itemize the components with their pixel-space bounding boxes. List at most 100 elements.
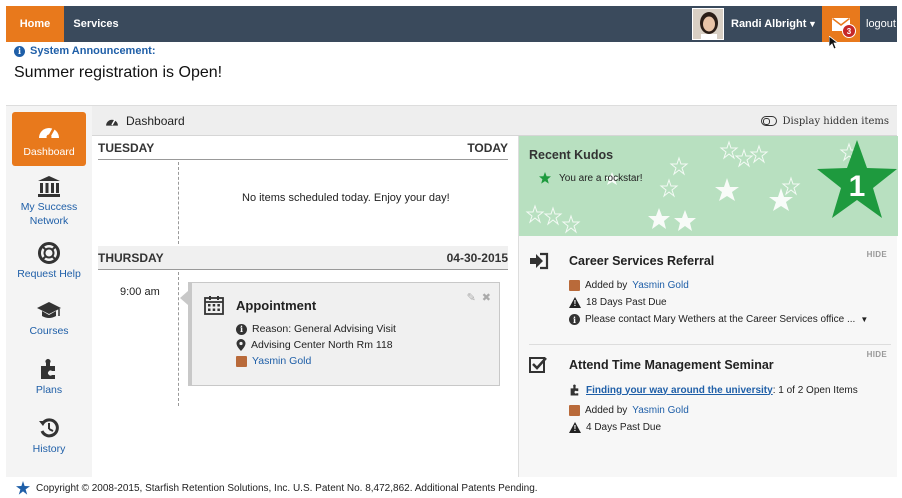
display-hidden-toggle[interactable]: Display hidden items bbox=[760, 106, 889, 136]
task-note: i Please contact Mary Wethers at the Car… bbox=[569, 314, 868, 325]
announcement-text: Summer registration is Open! bbox=[14, 64, 223, 81]
sidebar-item-label: Dashboard bbox=[23, 146, 75, 158]
warning-icon: ! bbox=[569, 422, 581, 433]
task-added-by: Added by Yasmin Gold bbox=[569, 280, 689, 291]
divider bbox=[529, 344, 891, 345]
info-icon: i bbox=[569, 314, 580, 325]
due-text: 4 Days Past Due bbox=[586, 422, 662, 433]
sidebar-item-request-help[interactable]: Request Help bbox=[12, 241, 86, 281]
task-title[interactable]: Career Services Referral bbox=[569, 254, 714, 268]
copyright-text: Copyright © 2008-2015, Starfish Retentio… bbox=[36, 482, 538, 494]
appointment-location: Advising Center North Rm 118 bbox=[236, 339, 393, 351]
avatar bbox=[569, 405, 580, 416]
kudos-count: 1 bbox=[849, 170, 866, 203]
appointment-tools: ✎ ✖ bbox=[467, 291, 491, 304]
mouse-cursor-icon bbox=[829, 36, 839, 50]
sidebar-item-courses[interactable]: Courses bbox=[12, 298, 86, 338]
star-icon bbox=[539, 172, 551, 184]
day-header-tuesday: TUESDAY TODAY bbox=[98, 136, 508, 160]
history-icon bbox=[38, 416, 60, 440]
person-link[interactable]: Yasmin Gold bbox=[252, 355, 311, 367]
main-panel: Dashboard My Success Network Request Hel… bbox=[6, 105, 898, 477]
dashboard-title-text: Dashboard bbox=[126, 114, 185, 128]
starfish-logo-icon bbox=[16, 481, 30, 495]
chevron-down-icon[interactable]: ▼ bbox=[860, 315, 868, 324]
display-hidden-label: Display hidden items bbox=[782, 115, 889, 127]
timeline-divider bbox=[178, 272, 179, 406]
day-name: TUESDAY bbox=[98, 140, 155, 155]
added-by-link[interactable]: Yasmin Gold bbox=[632, 280, 689, 291]
chevron-down-icon[interactable]: ▼ bbox=[808, 6, 817, 42]
task-due: ! 4 Days Past Due bbox=[569, 422, 661, 433]
map-pin-icon bbox=[236, 339, 246, 351]
kudos-item-text: You are a rockstar! bbox=[559, 172, 643, 184]
sidebar-item-history[interactable]: History bbox=[12, 416, 86, 456]
nav-home-tab[interactable]: Home bbox=[6, 6, 64, 42]
added-prefix: Added by bbox=[585, 405, 628, 416]
task-added-by: Added by Yasmin Gold bbox=[569, 405, 689, 416]
sidebar-item-dashboard[interactable]: Dashboard bbox=[12, 112, 86, 166]
kudos-panel: Recent Kudos You are a rockstar! 1 bbox=[519, 136, 898, 236]
calendar-column: TUESDAY TODAY No items scheduled today. … bbox=[92, 136, 518, 477]
messages-button[interactable]: 3 bbox=[822, 6, 860, 42]
kudos-count-star-icon: 1 bbox=[817, 140, 897, 218]
toggle-icon[interactable] bbox=[760, 116, 777, 126]
graduation-cap-icon bbox=[36, 298, 62, 322]
plan-link-suffix: : 1 of 2 Open Items bbox=[772, 384, 858, 396]
avatar bbox=[569, 280, 580, 291]
location-text: Advising Center North Rm 118 bbox=[251, 339, 393, 351]
added-by-link[interactable]: Yasmin Gold bbox=[632, 405, 689, 416]
puzzle-icon bbox=[570, 384, 579, 396]
announcement-heading: i System Announcement: bbox=[14, 45, 156, 57]
task-card: HIDE Career Services Referral Added by Y… bbox=[529, 250, 891, 340]
task-plan-link: Finding your way around the university: … bbox=[569, 384, 858, 396]
appointment-time: 9:00 am bbox=[120, 286, 160, 298]
task-title[interactable]: Attend Time Management Seminar bbox=[569, 358, 774, 372]
announcement-heading-text: System Announcement: bbox=[30, 45, 156, 57]
warning-icon: ! bbox=[569, 297, 581, 308]
dashboard-title: Dashboard bbox=[104, 106, 185, 136]
appointment-card[interactable]: Appointment ✎ ✖ i Reason: General Advisi… bbox=[180, 282, 500, 386]
pencil-icon[interactable]: ✎ bbox=[467, 291, 476, 304]
added-prefix: Added by bbox=[585, 280, 628, 291]
close-icon[interactable]: ✖ bbox=[482, 291, 491, 304]
sidebar-item-plans[interactable]: Plans bbox=[12, 357, 86, 397]
sidebar-item-label: Request Help bbox=[17, 268, 81, 280]
lifebuoy-icon bbox=[38, 241, 60, 265]
timeline-divider bbox=[178, 162, 179, 244]
user-name-menu[interactable]: Randi Albright bbox=[731, 6, 806, 42]
message-count-badge: 3 bbox=[842, 24, 856, 38]
avatar bbox=[236, 355, 247, 367]
checkbox-checked-icon bbox=[529, 357, 547, 373]
sidebar-item-label: Plans bbox=[35, 384, 63, 396]
info-icon: i bbox=[14, 45, 25, 57]
appointment-reason: i Reason: General Advising Visit bbox=[236, 323, 396, 335]
sidebar-item-label: History bbox=[32, 443, 66, 455]
sidebar-item-label: Courses bbox=[29, 325, 69, 337]
nav-services-tab[interactable]: Services bbox=[64, 6, 128, 42]
plan-link[interactable]: Finding your way around the university bbox=[586, 385, 773, 396]
footer: Copyright © 2008-2015, Starfish Retentio… bbox=[6, 478, 897, 498]
speedometer-icon bbox=[106, 118, 118, 126]
sidebar-item-my-success-network[interactable]: My Success Network bbox=[12, 174, 86, 228]
logout-link[interactable]: logout bbox=[866, 6, 896, 42]
note-text: Please contact Mary Wethers at the Caree… bbox=[585, 314, 856, 325]
hide-button[interactable]: HIDE bbox=[867, 250, 887, 259]
no-items-message: No items scheduled today. Enjoy your day… bbox=[242, 192, 450, 204]
user-avatar[interactable] bbox=[692, 8, 724, 40]
day-tag: 04-30-2015 bbox=[446, 250, 508, 265]
day-name: THURSDAY bbox=[98, 250, 164, 265]
appointment-person: Yasmin Gold bbox=[236, 355, 311, 367]
right-column: Recent Kudos You are a rockstar! 1 HIDE … bbox=[518, 136, 898, 477]
calendar-icon bbox=[204, 296, 224, 315]
sidebar: Dashboard My Success Network Request Hel… bbox=[6, 106, 92, 477]
speedometer-icon bbox=[37, 119, 61, 143]
due-text: 18 Days Past Due bbox=[586, 297, 667, 308]
task-due: ! 18 Days Past Due bbox=[569, 297, 667, 308]
appointment-pointer bbox=[180, 291, 188, 305]
appointment-title: Appointment bbox=[236, 298, 317, 313]
day-tag: TODAY bbox=[467, 140, 508, 155]
hide-button[interactable]: HIDE bbox=[867, 350, 887, 359]
info-icon: i bbox=[236, 323, 247, 335]
institution-icon bbox=[37, 174, 61, 198]
